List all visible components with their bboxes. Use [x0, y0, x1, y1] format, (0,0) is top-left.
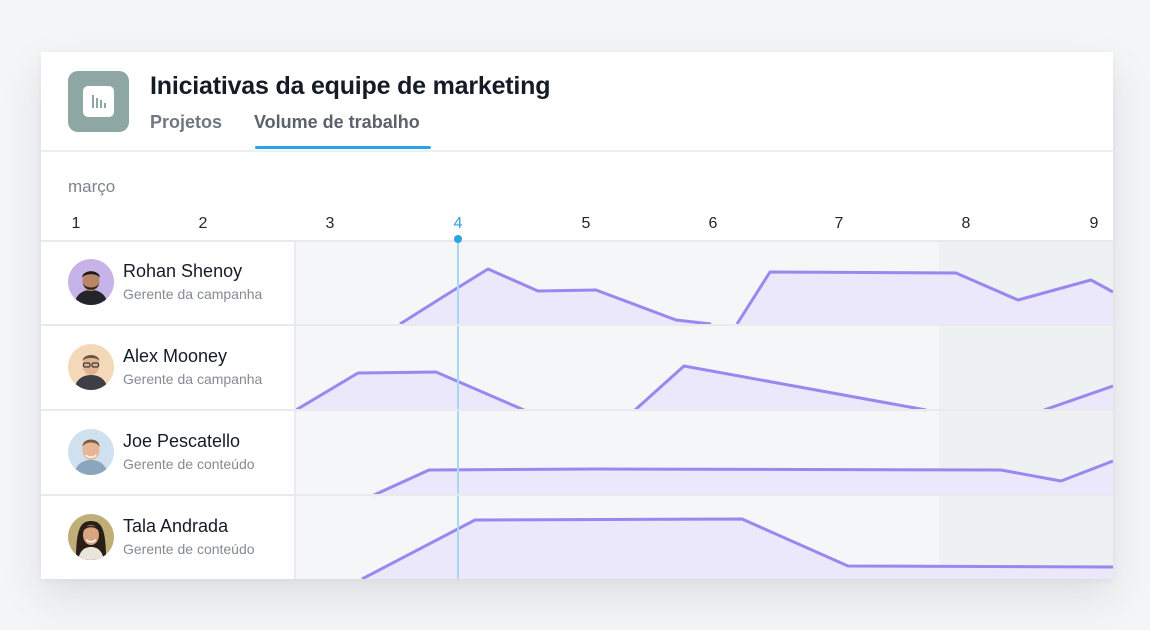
day-label: 6 [708, 215, 718, 232]
person-row-tala[interactable]: Tala Andrada Gerente de conteúdo [41, 495, 294, 579]
person-row-rohan[interactable]: Rohan Shenoy Gerente da campanha [41, 240, 294, 325]
person-role: Gerente de conteúdo [123, 541, 255, 557]
avatar[interactable] [68, 344, 114, 390]
bar-chart-icon[interactable] [68, 71, 129, 132]
day-label: 9 [1089, 215, 1099, 232]
day-label: 5 [581, 215, 591, 232]
page-title: Iniciativas da equipe de marketing [150, 72, 551, 100]
avatar[interactable] [68, 429, 114, 475]
project-header: Iniciativas da equipe de marketing Proje… [41, 52, 1113, 152]
day-label-today: 4 [453, 215, 463, 232]
day-label: 7 [834, 215, 844, 232]
tab-projetos[interactable]: Projetos [150, 112, 222, 133]
workload-grid: Rohan Shenoy Gerente da campanha Alex Mo… [41, 235, 1113, 579]
day-label: 1 [71, 215, 81, 232]
avatar[interactable] [68, 259, 114, 305]
person-name: Rohan Shenoy [123, 261, 243, 281]
month-label: março [68, 177, 116, 196]
active-tab-indicator [255, 146, 431, 149]
person-name: Alex Mooney [123, 346, 228, 366]
person-row-joe[interactable]: Joe Pescatello Gerente de conteúdo [41, 410, 294, 495]
day-label: 3 [325, 215, 335, 232]
avatar[interactable] [68, 514, 114, 560]
person-role: Gerente da campanha [123, 286, 263, 302]
day-label: 8 [961, 215, 971, 232]
tab-volume-de-trabalho[interactable]: Volume de trabalho [254, 112, 420, 133]
workload-card: Iniciativas da equipe de marketing Proje… [41, 52, 1113, 579]
person-role: Gerente da campanha [123, 371, 263, 387]
person-name: Tala Andrada [123, 516, 229, 536]
day-label: 2 [198, 215, 208, 232]
person-row-alex[interactable]: Alex Mooney Gerente da campanha [41, 325, 294, 410]
today-marker-dot [454, 235, 462, 243]
person-role: Gerente de conteúdo [123, 456, 255, 472]
person-name: Joe Pescatello [123, 431, 241, 451]
